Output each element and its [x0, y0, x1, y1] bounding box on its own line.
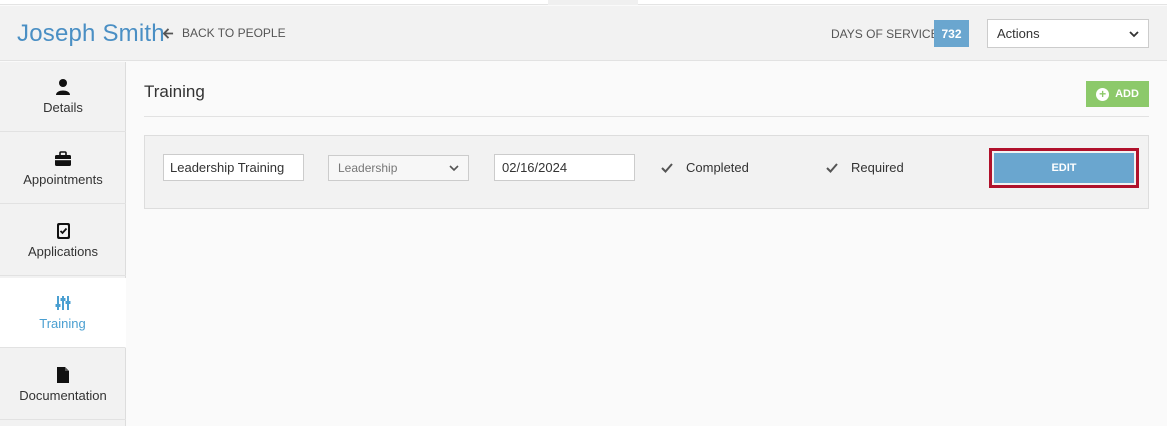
sidebar-item-label: Documentation [19, 388, 107, 403]
add-button-label: ADD [1115, 88, 1139, 100]
sidebar-item-label: Training [39, 316, 86, 331]
sidebar-item-appointments[interactable]: Appointments [0, 134, 126, 204]
section-title: Training [144, 82, 205, 101]
briefcase-icon [55, 151, 71, 166]
edit-button[interactable]: EDIT [994, 153, 1134, 183]
days-of-service-badge: 732 [934, 20, 969, 47]
required-checkbox[interactable]: Required [825, 160, 904, 175]
training-date-input[interactable]: 02/16/2024 [494, 154, 635, 181]
completed-checkbox[interactable]: Completed [660, 160, 749, 175]
plus-circle-icon: + [1096, 87, 1110, 101]
document-icon [57, 367, 69, 383]
days-of-service-label: DAYS OF SERVICE [831, 27, 939, 41]
training-name-input[interactable]: Leadership Training [163, 154, 304, 181]
page-title: Joseph Smith [17, 20, 165, 47]
actions-dropdown-label: Actions [997, 26, 1040, 41]
sidebar-item-label: Appointments [23, 172, 103, 187]
training-category-select[interactable]: Leadership [328, 155, 469, 181]
add-training-button[interactable]: + ADD [1086, 81, 1149, 107]
edit-button-highlight: EDIT [989, 148, 1139, 188]
sidebar-item-applications[interactable]: Applications [0, 206, 126, 276]
page-header: Joseph Smith BACK TO PEOPLE DAYS OF SERV… [0, 6, 1167, 61]
arrow-left-icon [163, 27, 174, 39]
section-divider [144, 116, 1149, 117]
sidebar-item-documentation[interactable]: Documentation [0, 350, 126, 420]
top-tab [548, 0, 638, 5]
category-select-value: Leadership [338, 161, 398, 175]
training-row: Leadership Training Leadership 02/16/202… [144, 135, 1149, 209]
sidebar-item-details[interactable]: Details [0, 62, 126, 132]
top-strip [0, 0, 1167, 5]
sidebar-item-training[interactable]: Training [0, 278, 126, 348]
back-to-people-link[interactable]: BACK TO PEOPLE [163, 26, 286, 40]
user-icon [56, 79, 70, 95]
completed-label: Completed [686, 160, 749, 175]
checkmark-icon [661, 162, 673, 173]
actions-dropdown[interactable]: Actions [987, 19, 1149, 48]
sidebar: Details Appointments Applications Traini… [0, 62, 126, 426]
chevron-down-icon [1129, 30, 1139, 37]
required-label: Required [851, 160, 904, 175]
sliders-icon [55, 296, 70, 310]
chevron-down-icon [449, 165, 459, 172]
back-link-label: BACK TO PEOPLE [182, 26, 286, 40]
sidebar-item-label: Details [43, 100, 83, 115]
clipboard-check-icon [57, 223, 70, 239]
sidebar-item-label: Applications [27, 244, 99, 259]
checkmark-icon [826, 162, 838, 173]
